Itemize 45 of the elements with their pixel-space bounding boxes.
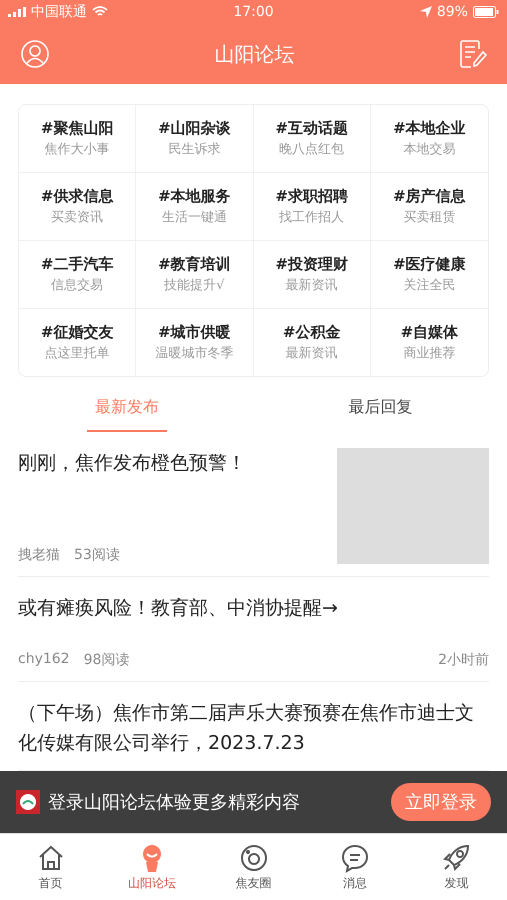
clock-time: 17:00 xyxy=(233,4,274,20)
topic-item[interactable]: #城市供暖 温暖城市冬季 xyxy=(136,309,254,376)
carrier-name: 中国联通 xyxy=(31,3,87,21)
battery-percent: 89% xyxy=(436,4,468,20)
nav-item[interactable]: 消息 xyxy=(304,834,406,900)
app-logo-icon xyxy=(16,790,40,814)
chat-icon xyxy=(340,842,370,872)
feed-tab[interactable]: 最后回复 xyxy=(340,385,420,432)
wifi-icon xyxy=(92,6,108,18)
read-count: 53阅读 xyxy=(74,546,120,564)
nav-item[interactable]: 首页 xyxy=(0,834,102,900)
post-title[interactable]: 或有瘫痪风险！教育部、中消协提醒→ xyxy=(18,593,489,623)
topic-item[interactable]: #公积金 最新资讯 xyxy=(254,309,371,376)
post-author: chy162 xyxy=(18,651,70,669)
topic-item[interactable]: #本地企业 本地交易 xyxy=(370,105,488,173)
app-title: 山阳论坛 xyxy=(214,40,294,68)
topic-item[interactable]: #供求信息 买卖资讯 xyxy=(19,173,136,241)
nav-item[interactable]: 发现 xyxy=(406,834,507,900)
topic-item[interactable]: #自媒体 商业推荐 xyxy=(370,309,488,376)
topic-item[interactable]: #教育培训 技能提升√ xyxy=(136,241,254,309)
post-title[interactable]: 刚刚，焦作发布橙色预警！ xyxy=(18,448,327,478)
topic-item[interactable]: #聚焦山阳 焦作大小事 xyxy=(19,105,136,173)
orbit-icon xyxy=(238,842,269,872)
login-prompt: 登录山阳论坛体验更多精彩内容 xyxy=(48,791,301,814)
topic-item[interactable]: #求职招聘 找工作招人 xyxy=(254,173,371,241)
profile-icon[interactable] xyxy=(20,39,50,69)
location-arrow-icon xyxy=(420,6,432,18)
post-time: 2小时前 xyxy=(438,651,489,669)
compose-icon[interactable] xyxy=(459,39,487,69)
nav-item[interactable]: 山阳论坛 xyxy=(101,834,203,900)
nav-item[interactable]: 焦友圈 xyxy=(202,834,304,900)
topic-item[interactable]: #二手汽车 信息交易 xyxy=(19,241,136,309)
topic-item[interactable]: #房产信息 买卖租赁 xyxy=(370,173,488,241)
topic-item[interactable]: #医疗健康 关注全民 xyxy=(370,241,488,309)
topic-item[interactable]: #山阳杂谈 民生诉求 xyxy=(136,105,254,173)
topic-item[interactable]: #互动话题 晚八点红包 xyxy=(254,105,371,173)
battery-icon xyxy=(472,6,499,18)
topic-item[interactable]: #本地服务 生活一键通 xyxy=(136,173,254,241)
topic-item[interactable]: #征婚交友 点这里托单 xyxy=(19,309,136,376)
topic-item[interactable]: #投资理财 最新资讯 xyxy=(254,241,371,309)
post-author: 拽老猫 xyxy=(18,546,60,564)
rocket-icon xyxy=(441,842,472,872)
post-title[interactable]: （下午场）焦作市第二届声乐大赛预赛在焦作市迪士文化传媒有限公司举行，2023.7.23 xyxy=(18,698,489,758)
signal-icon xyxy=(8,7,26,17)
read-count: 98阅读 xyxy=(84,651,130,669)
